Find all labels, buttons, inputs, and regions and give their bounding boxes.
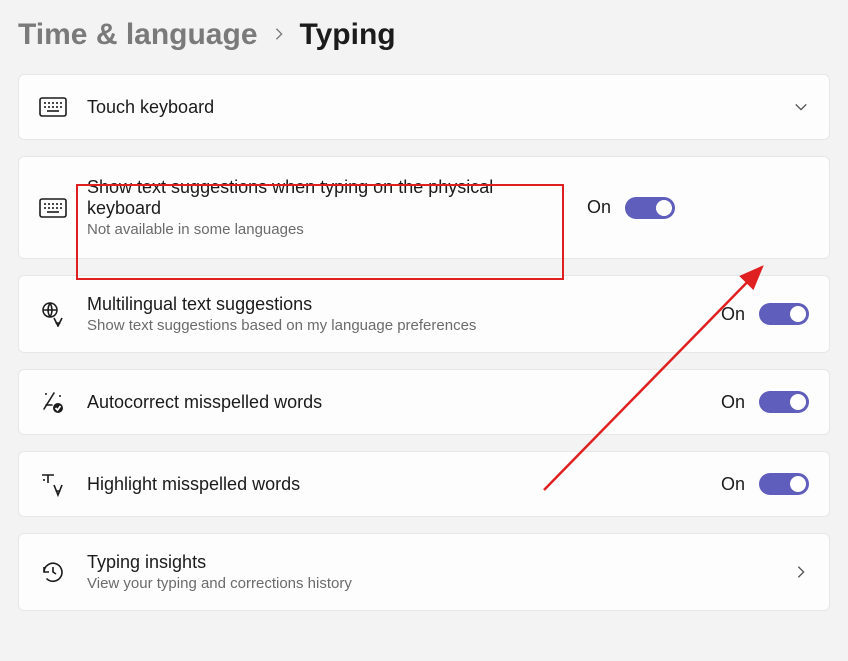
toggle-highlight[interactable] — [759, 473, 809, 495]
page-title: Typing — [300, 18, 396, 52]
card-title: Touch keyboard — [87, 97, 773, 118]
card-multilingual-suggestions: Multilingual text suggestions Show text … — [18, 275, 830, 353]
chevron-down-icon — [793, 99, 809, 115]
chevron-right-icon — [793, 564, 809, 580]
card-subtitle: Not available in some languages — [87, 221, 567, 238]
card-touch-keyboard[interactable]: Touch keyboard — [18, 74, 830, 140]
highlight-text-icon — [39, 470, 67, 498]
card-title: Highlight misspelled words — [87, 474, 701, 495]
card-highlight-misspelled: Highlight misspelled words On — [18, 451, 830, 517]
breadcrumb: Time & language Typing — [0, 0, 848, 74]
keyboard-icon — [39, 194, 67, 222]
toggle-autocorrect[interactable] — [759, 391, 809, 413]
toggle-state-label: On — [721, 392, 745, 413]
card-title: Show text suggestions when typing on the… — [87, 177, 567, 219]
card-subtitle: Show text suggestions based on my langua… — [87, 317, 701, 334]
card-text-suggestions: Show text suggestions when typing on the… — [18, 156, 830, 259]
toggle-state-label: On — [587, 197, 611, 218]
card-title: Autocorrect misspelled words — [87, 392, 701, 413]
card-title: Typing insights — [87, 552, 773, 573]
card-typing-insights[interactable]: Typing insights View your typing and cor… — [18, 533, 830, 611]
card-autocorrect: Autocorrect misspelled words On — [18, 369, 830, 435]
settings-cards: Touch keyboard Show text suggestions whe… — [0, 74, 848, 611]
toggle-state-label: On — [721, 474, 745, 495]
card-title: Multilingual text suggestions — [87, 294, 701, 315]
toggle-multilingual[interactable] — [759, 303, 809, 325]
breadcrumb-parent[interactable]: Time & language — [18, 18, 258, 52]
toggle-state-label: On — [721, 304, 745, 325]
globe-translate-icon — [39, 300, 67, 328]
keyboard-icon — [39, 93, 67, 121]
history-icon — [39, 558, 67, 586]
autocorrect-icon — [39, 388, 67, 416]
card-subtitle: View your typing and corrections history — [87, 575, 773, 592]
toggle-text-suggestions[interactable] — [625, 197, 675, 219]
chevron-right-icon — [272, 25, 286, 46]
